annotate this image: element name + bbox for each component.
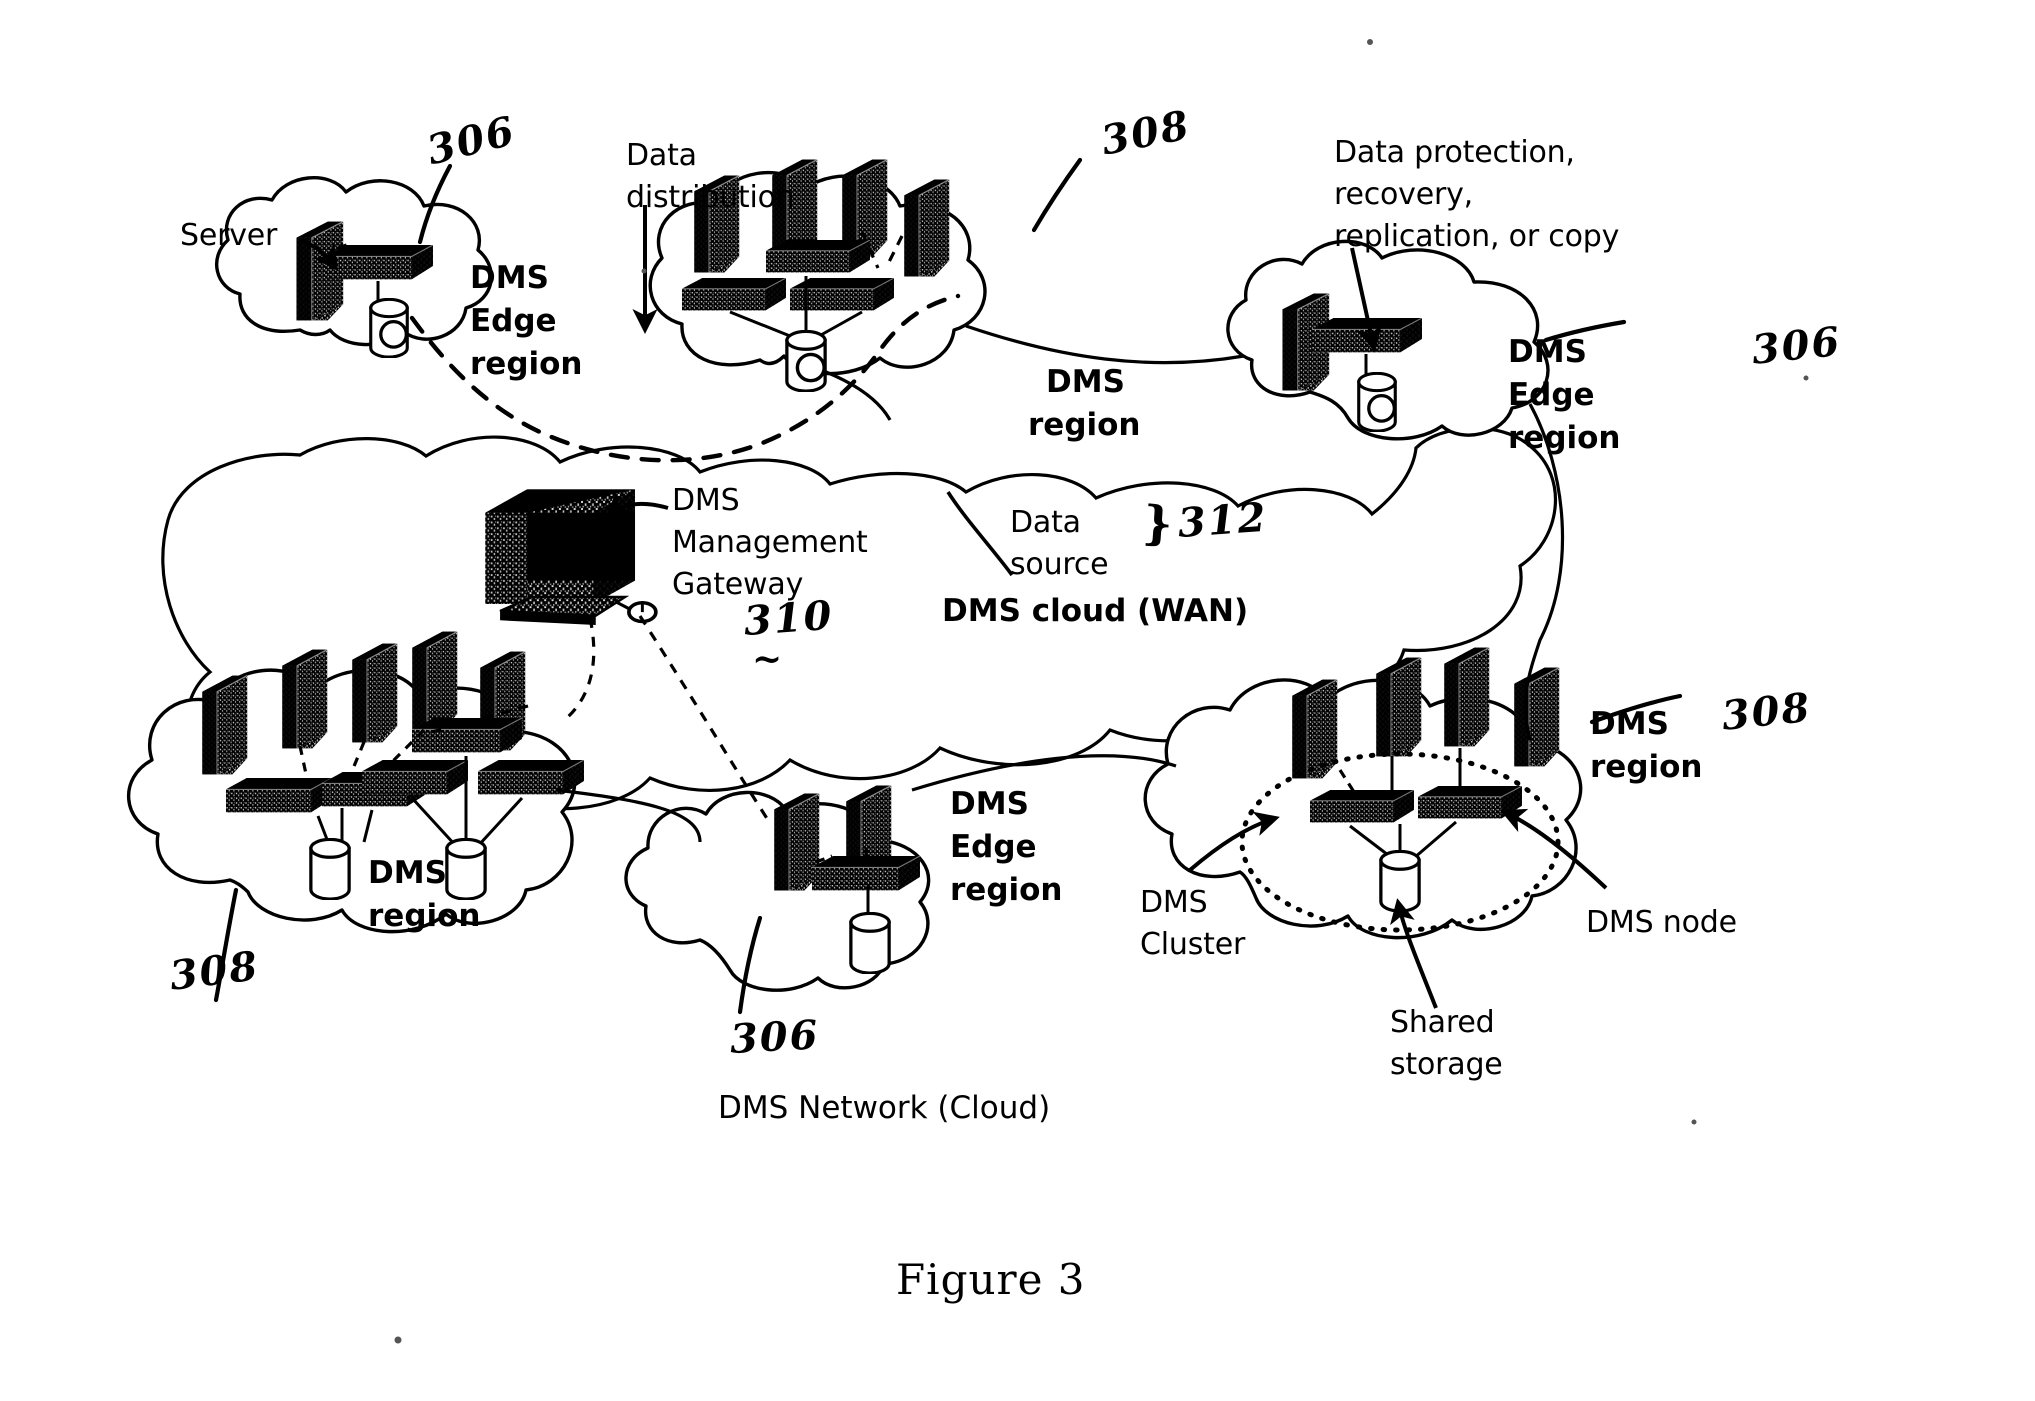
- server-callout-label: Server: [180, 218, 278, 253]
- workstation-icon: [483, 487, 658, 627]
- cloud-region-bottom-left[interactable]: [126, 630, 584, 934]
- cloud-label-edge-top-right-line3: region: [1508, 420, 1621, 456]
- server-icon: [1443, 646, 1490, 748]
- server-icon: [411, 630, 458, 732]
- storage-icon: [369, 298, 409, 358]
- ref-numeral-306-top-right: 306: [1749, 317, 1844, 374]
- switch-icon: [812, 856, 920, 891]
- switch-icon: [766, 240, 870, 273]
- server-icon: [351, 642, 398, 744]
- server-icon: [903, 178, 950, 278]
- switch-icon: [682, 278, 786, 311]
- shared-storage-label-line1: Shared: [1390, 1005, 1495, 1040]
- data-protection-label-line3: replication, or copy: [1334, 219, 1620, 254]
- figure-page: Server Data distribution Data protection…: [0, 0, 2035, 1401]
- server-icon: [281, 648, 328, 750]
- dms-node-label: DMS node: [1586, 905, 1737, 940]
- data-distribution-label-line1: Data: [626, 138, 697, 173]
- switch-icon: [226, 778, 332, 813]
- cloud-edge-top-left[interactable]: [214, 176, 494, 358]
- server-icon: [1291, 678, 1338, 780]
- switch-icon: [1310, 790, 1414, 823]
- data-distribution-label-line2: distribution: [626, 180, 795, 215]
- ref-numeral-308-bottom-right: 308: [1719, 683, 1814, 740]
- switch-icon: [478, 760, 584, 795]
- gateway-label-line1: DMS: [672, 483, 740, 518]
- cloud-label-region-bottom-right-line2: region: [1590, 749, 1703, 785]
- cloud-edge-bottom-center[interactable]: [624, 784, 931, 992]
- ref-numeral-312-data-source: 312: [1176, 493, 1269, 547]
- cloud-label-region-bottom-right-line1: DMS: [1590, 706, 1669, 742]
- cloud-edge-top-right[interactable]: [1226, 239, 1550, 441]
- storage-icon: [1357, 372, 1397, 432]
- ref-squiggle-310: ~: [752, 638, 783, 680]
- server-icon: [1513, 666, 1560, 768]
- cloud-label-edge-top-left-line1: DMS: [470, 260, 549, 296]
- ref-numeral-306-bottom-center: 306: [728, 1011, 821, 1063]
- data-source-label-line2: source: [1010, 547, 1109, 582]
- cloud-label-region-top-center-line2: region: [1028, 407, 1141, 443]
- switch-icon: [362, 760, 468, 795]
- storage-icon: [849, 912, 891, 974]
- cloud-label-region-bottom-left-line2: region: [368, 898, 481, 934]
- storage-icon: [309, 838, 351, 900]
- storage-icon: [445, 838, 487, 900]
- cloud-label-edge-top-left-line3: region: [470, 346, 583, 382]
- cloud-label-region-bottom-left-line1: DMS: [368, 855, 447, 891]
- dms-cluster-label-line1: DMS: [1140, 885, 1208, 920]
- dms-cluster-label-line2: Cluster: [1140, 927, 1246, 962]
- data-source-icon: [785, 330, 827, 392]
- cloud-region-bottom-right[interactable]: [1143, 646, 1583, 940]
- data-source-leader: [946, 491, 1014, 577]
- cloud-label-edge-top-right-line1: DMS: [1508, 334, 1587, 370]
- server-icon: [201, 674, 248, 776]
- cloud-label-edge-bottom-center-line3: region: [950, 872, 1063, 908]
- dms-cloud-wan-label: DMS cloud (WAN): [942, 593, 1249, 629]
- cloud-label-region-top-center-line1: DMS: [1046, 364, 1125, 400]
- figure-caption: Figure 3: [896, 1255, 1086, 1304]
- data-source-label-line1: Data: [1010, 505, 1081, 540]
- switch-icon: [325, 245, 433, 280]
- data-protection-label-line2: recovery,: [1334, 177, 1474, 212]
- cloud-label-edge-top-left-line2: Edge: [470, 303, 557, 339]
- dms-network-caption: DMS Network (Cloud): [718, 1090, 1051, 1126]
- cloud-label-edge-bottom-center-line2: Edge: [950, 829, 1037, 865]
- data-protection-label-line1: Data protection,: [1334, 135, 1575, 170]
- cloud-label-edge-bottom-center-line1: DMS: [950, 786, 1029, 822]
- cloud-label-edge-top-right-line2: Edge: [1508, 377, 1595, 413]
- server-icon: [1375, 656, 1422, 758]
- ref-brace-312: }: [1141, 495, 1175, 551]
- gateway-label-line2: Management: [672, 525, 868, 560]
- shared-storage-label-line2: storage: [1390, 1047, 1503, 1082]
